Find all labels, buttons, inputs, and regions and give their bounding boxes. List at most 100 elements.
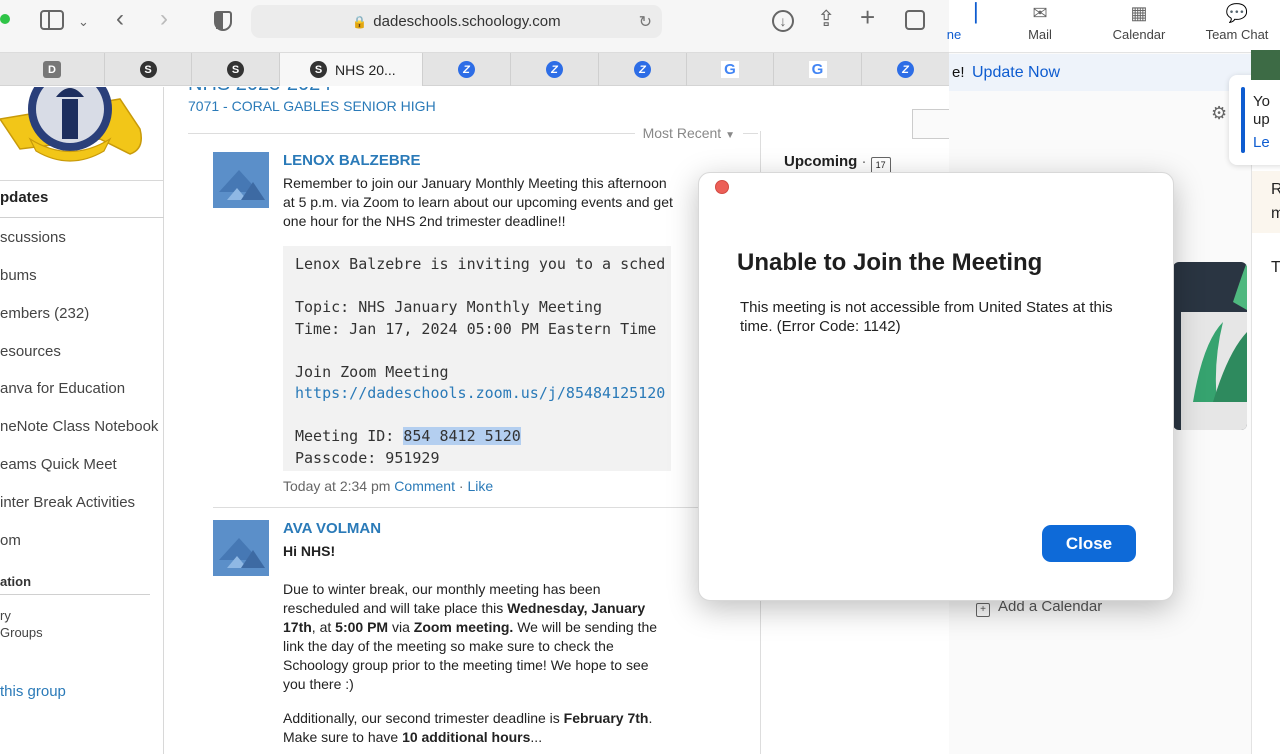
update-now-link[interactable]: Update Now — [972, 64, 1060, 82]
caret-down-icon: ▼ — [725, 130, 735, 141]
download-icon[interactable]: ↓ — [772, 10, 794, 32]
tab-7[interactable]: Z — [599, 53, 687, 86]
lock-icon: 🔒 — [352, 14, 368, 29]
sort-dropdown[interactable]: Most Recent ▼ — [634, 125, 743, 141]
zoom-link[interactable]: https://dadeschools.zoom.us/j/8548412512… — [295, 383, 665, 405]
calendar-icon: ▦ — [1130, 3, 1148, 23]
sidebar-toggle-icon[interactable] — [40, 10, 64, 30]
dialog-message: This meeting is not accessible from Unit… — [740, 299, 1113, 335]
close-window-icon[interactable] — [715, 180, 729, 194]
tab-1[interactable]: D — [0, 53, 105, 86]
information-heading: ation — [0, 574, 32, 589]
zoom-icon: Z — [458, 61, 475, 78]
group-title: NHS 2023-2024 — [188, 87, 331, 96]
schoology-icon: S — [310, 61, 327, 78]
tab-3[interactable]: S — [192, 53, 280, 86]
schoology-icon: S — [139, 61, 157, 78]
divider — [0, 594, 150, 595]
zoom-icon: Z — [546, 61, 563, 78]
new-tab-icon[interactable]: + — [860, 4, 875, 30]
tab-10[interactable]: Z — [862, 53, 949, 86]
divider — [213, 507, 758, 508]
comment-link[interactable]: Comment — [394, 478, 455, 494]
like-link[interactable]: Like — [467, 478, 493, 494]
tab-5[interactable]: Z — [423, 53, 511, 86]
calendar-add-icon: + — [976, 603, 990, 617]
leave-group-link[interactable]: this group — [0, 683, 66, 700]
info-item[interactable]: Groups — [0, 625, 43, 640]
school-name[interactable]: 7071 - CORAL GABLES SENIOR HIGH — [188, 98, 436, 114]
info-item[interactable]: ry — [0, 608, 11, 623]
sidebar-item-resources[interactable]: esources — [0, 343, 61, 360]
dialog-title: Unable to Join the Meeting — [737, 249, 1043, 276]
group-feed: NHS 2023-2024 7071 - CORAL GABLES SENIOR… — [188, 87, 758, 754]
tab-8[interactable]: G — [687, 53, 774, 86]
sidebar-item-teams[interactable]: eams Quick Meet — [0, 456, 117, 473]
tab-2[interactable]: S — [105, 53, 192, 86]
avatar[interactable] — [213, 520, 269, 576]
share-icon[interactable]: ⇪ — [817, 8, 835, 30]
window-zoom-dot[interactable] — [0, 14, 10, 24]
avatar[interactable] — [213, 152, 269, 208]
gear-icon[interactable]: ⚙ — [1211, 103, 1227, 124]
group-sidebar: pdates scussions bums embers (232) esour… — [0, 87, 164, 754]
post-1: LENOX BALZEBRE Remember to join our Janu… — [213, 152, 758, 502]
sidebar-item-members[interactable]: embers (232) — [0, 305, 89, 322]
passcode: Passcode: 951929 — [295, 448, 440, 467]
tab-home[interactable]: ▏ ne — [919, 3, 989, 42]
updates-heading[interactable]: pdates — [0, 189, 48, 206]
post-2: AVA VOLMAN Hi NHS! Due to winter break, … — [213, 520, 758, 754]
tab-4-active[interactable]: S NHS 20... — [280, 53, 423, 86]
address-bar[interactable]: 🔒 dadeschools.schoology.com ↻ — [251, 5, 662, 38]
chevron-down-icon[interactable]: ⌄ — [78, 12, 89, 32]
plant-tile — [1251, 50, 1280, 80]
back-icon[interactable]: ‹ — [116, 7, 124, 31]
sidebar-item-onenote[interactable]: neNote Class Notebook — [0, 418, 158, 435]
home-icon: ▏ — [975, 3, 989, 23]
browser-toolbar: ⌄ ‹ › 🔒 dadeschools.schoology.com ↻ ↓ ⇪ … — [0, 0, 949, 53]
url-text: dadeschools.schoology.com — [373, 13, 561, 30]
sidebar-item-canva[interactable]: anva for Education — [0, 380, 125, 397]
side-letter: m — [1271, 205, 1280, 222]
illustration — [1173, 262, 1247, 430]
reload-icon[interactable]: ↻ — [639, 12, 652, 32]
invite-block: Lenox Balzebre is inviting you to a sche… — [283, 246, 671, 471]
sidebar-item-zoom[interactable]: om — [0, 532, 21, 549]
nhs-logo — [0, 87, 164, 181]
tab-title: NHS 20... — [335, 61, 396, 78]
sidebar-item-albums[interactable]: bums — [0, 267, 37, 284]
schoology-icon: S — [227, 61, 244, 78]
chat-icon: 💬 — [1225, 3, 1249, 23]
post-author[interactable]: AVA VOLMAN — [283, 520, 381, 537]
side-letter: T — [1271, 259, 1280, 276]
post-text: Additionally, our second trimester deadl… — [283, 710, 653, 745]
tab-team-chat[interactable]: 💬 Team Chat — [1202, 3, 1272, 42]
post-meta: Today at 2:34 pm Comment · Like — [283, 478, 494, 494]
d-icon: D — [43, 61, 61, 78]
tab-6[interactable]: Z — [511, 53, 599, 86]
close-button[interactable]: Close — [1042, 525, 1136, 562]
divider — [0, 217, 164, 218]
tab-9[interactable]: G — [774, 53, 862, 86]
tab-mail[interactable]: ✉ Mail — [1005, 3, 1075, 42]
post-greeting: Hi NHS! — [283, 543, 336, 559]
sidebar-item-winter-break[interactable]: inter Break Activities — [0, 494, 135, 511]
google-icon: G — [808, 61, 827, 78]
tab-bar: D S S S NHS 20... Z Z Z G G Z — [0, 53, 949, 86]
post-text: Due to winter break, our monthly meeting… — [283, 581, 658, 692]
side-panel: R m T — [1251, 91, 1280, 754]
google-icon: G — [721, 61, 739, 78]
error-dialog: Unable to Join the Meeting This meeting … — [698, 172, 1174, 601]
mail-icon: ✉ — [1032, 3, 1048, 23]
shield-icon[interactable] — [214, 11, 232, 31]
post-text: Remember to join our January Monthly Mee… — [283, 175, 673, 229]
zoom-icon: Z — [897, 61, 914, 78]
meeting-id: 854 8412 5120 — [403, 427, 521, 445]
post-author[interactable]: LENOX BALZEBRE — [283, 152, 421, 169]
zoom-icon: Z — [634, 61, 651, 78]
notification-toast[interactable]: Yo up Le — [1229, 75, 1280, 165]
tab-calendar[interactable]: ▦ Calendar — [1104, 3, 1174, 42]
notification-icon[interactable] — [912, 109, 949, 139]
forward-icon[interactable]: › — [160, 7, 168, 31]
sidebar-item-discussions[interactable]: scussions — [0, 229, 66, 246]
